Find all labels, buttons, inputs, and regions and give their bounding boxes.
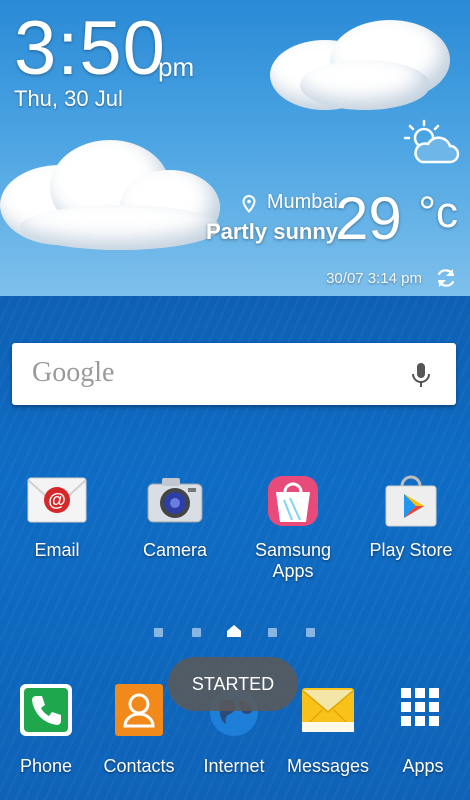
partly-sunny-icon	[403, 119, 460, 164]
app-camera[interactable]: Camera	[120, 470, 230, 561]
dock-phone[interactable]: Phone	[0, 682, 94, 777]
dock-apps[interactable]: Apps	[375, 682, 470, 777]
weather-updated-time: 30/07 3:14 pm	[326, 270, 422, 287]
dock-label: Phone	[19, 756, 73, 776]
dock-label: Contacts	[103, 756, 175, 776]
microphone-icon[interactable]	[410, 361, 432, 389]
app-play-store[interactable]: Play Store	[356, 470, 466, 561]
app-samsung-apps[interactable]: Samsung Apps	[238, 470, 348, 582]
contacts-icon	[111, 682, 167, 738]
app-label: Email	[34, 540, 80, 560]
page-dot[interactable]	[306, 628, 315, 637]
cloud-decoration	[300, 60, 430, 110]
page-dot[interactable]	[154, 628, 163, 637]
apps-grid-icon	[395, 682, 451, 738]
refresh-icon[interactable]	[434, 266, 458, 290]
google-logo: Google	[32, 357, 115, 388]
svg-text:@: @	[48, 490, 66, 510]
temperature-unit: °c	[418, 188, 458, 237]
play-store-icon	[380, 470, 442, 532]
dock-label: Apps	[402, 756, 444, 776]
weather-clock-widget[interactable]: 3:50 pm Thu, 30 Jul Mumbai Partly sunny …	[0, 0, 470, 296]
samsung-apps-icon	[262, 470, 324, 532]
clock-time[interactable]: 3:50	[14, 4, 166, 94]
dock-label: Internet	[203, 756, 265, 776]
weather-condition: Partly sunny	[205, 219, 338, 244]
phone-icon	[18, 682, 74, 738]
app-label: Play Store	[369, 540, 453, 560]
dock-label: Messages	[286, 756, 370, 776]
weather-location: Mumbai	[266, 191, 338, 213]
email-icon: @	[26, 470, 88, 532]
cloud-decoration	[20, 205, 220, 250]
page-dot[interactable]	[268, 628, 277, 637]
messages-icon	[300, 682, 356, 738]
camera-icon	[144, 470, 206, 532]
clock-date: Thu, 30 Jul	[14, 86, 123, 111]
google-search-bar[interactable]: Google	[12, 343, 456, 405]
page-dot[interactable]	[192, 628, 201, 637]
home-page-icon[interactable]	[226, 624, 242, 638]
clock-ampm: pm	[158, 52, 195, 82]
page-indicator[interactable]	[150, 624, 320, 640]
toast-message: STARTED	[168, 657, 298, 711]
app-email[interactable]: @ Email	[2, 470, 112, 561]
app-label: Samsung Apps	[254, 540, 332, 581]
location-pin-icon	[242, 195, 256, 213]
weather-temperature: 29 °c	[334, 185, 458, 252]
app-label: Camera	[142, 540, 208, 560]
